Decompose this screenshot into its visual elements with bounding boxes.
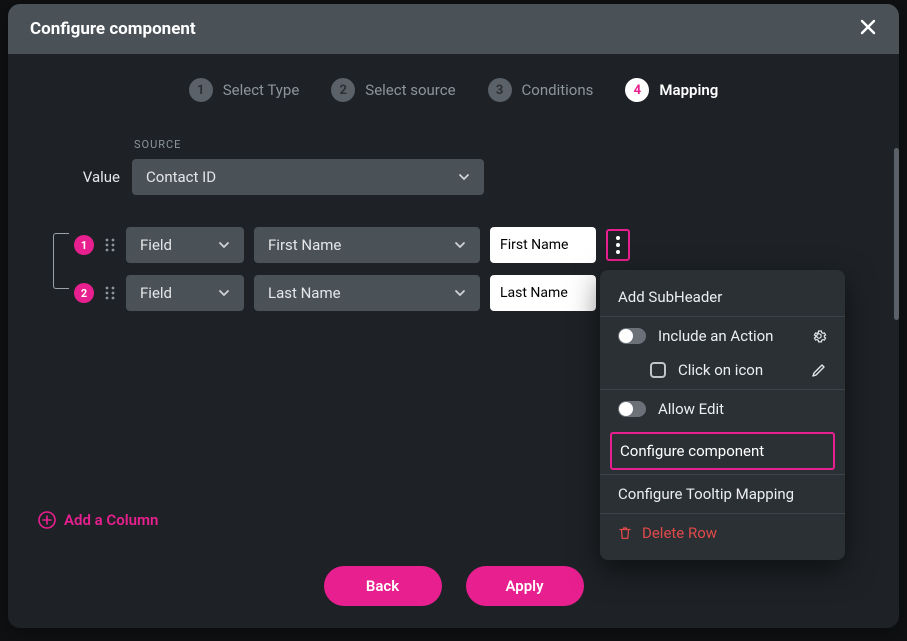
row-display-input[interactable] [490, 227, 596, 263]
row-menu-button[interactable] [606, 229, 630, 261]
trash-icon [618, 526, 632, 540]
step-label: Select Type [223, 81, 300, 99]
drag-handle-icon[interactable] [104, 285, 116, 301]
step-select-source[interactable]: 2 Select source [331, 78, 455, 102]
close-icon [859, 18, 877, 36]
value-label: Value [38, 168, 120, 186]
include-action-toggle[interactable] [618, 328, 646, 344]
row-source-select[interactable]: First Name [254, 227, 480, 263]
step-label: Conditions [522, 81, 594, 99]
row-source-select[interactable]: Last Name [254, 275, 480, 311]
menu-allow-edit[interactable]: Allow Edit [600, 389, 845, 428]
add-column-button[interactable]: Add a Column [38, 511, 158, 529]
apply-button[interactable]: Apply [466, 566, 584, 606]
scrollbar[interactable] [894, 148, 899, 320]
row-bracket [53, 233, 69, 289]
step-number: 2 [331, 78, 355, 102]
value-select[interactable]: Contact ID [132, 159, 484, 195]
row-display-input[interactable] [490, 275, 596, 311]
chevron-down-icon [218, 239, 230, 251]
step-number: 4 [625, 78, 649, 102]
drag-handle-icon[interactable] [104, 237, 116, 253]
mapping-row: 1 Field First Name [74, 227, 869, 263]
gear-icon[interactable] [811, 328, 827, 344]
allow-edit-toggle[interactable] [618, 401, 646, 417]
step-number: 1 [189, 78, 213, 102]
chevron-down-icon [454, 239, 466, 251]
step-label: Mapping [659, 81, 718, 99]
row-context-menu: Add SubHeader Include an Action Click on… [600, 270, 845, 560]
menu-delete-row[interactable]: Delete Row [600, 513, 845, 552]
row-type-select[interactable]: Field [126, 275, 244, 311]
source-heading: SOURCE [134, 138, 869, 151]
step-number: 3 [488, 78, 512, 102]
chevron-down-icon [458, 171, 470, 183]
row-badge: 1 [74, 235, 94, 255]
row-source-value: Last Name [268, 284, 341, 302]
add-column-label: Add a Column [64, 511, 158, 529]
click-on-icon-checkbox[interactable] [650, 362, 666, 378]
menu-configure-component[interactable]: Configure component [610, 432, 835, 470]
step-tabs: 1 Select Type 2 Select source 3 Conditio… [8, 78, 899, 102]
menu-click-on-icon[interactable]: Click on icon [600, 355, 845, 389]
value-selected: Contact ID [146, 168, 216, 186]
row-badge: 2 [74, 283, 94, 303]
pencil-icon[interactable] [811, 362, 827, 378]
step-select-type[interactable]: 1 Select Type [189, 78, 300, 102]
back-button[interactable]: Back [324, 566, 442, 606]
chevron-down-icon [454, 287, 466, 299]
close-button[interactable] [855, 14, 881, 44]
modal-title: Configure component [30, 19, 855, 39]
kebab-icon [616, 236, 620, 254]
row-type-value: Field [140, 284, 172, 302]
step-conditions[interactable]: 3 Conditions [488, 78, 594, 102]
row-type-value: Field [140, 236, 172, 254]
step-label: Select source [365, 81, 455, 99]
row-type-select[interactable]: Field [126, 227, 244, 263]
menu-include-action[interactable]: Include an Action [600, 316, 845, 355]
step-mapping[interactable]: 4 Mapping [625, 78, 718, 102]
chevron-down-icon [218, 287, 230, 299]
row-source-value: First Name [268, 236, 341, 254]
menu-add-subheader[interactable]: Add SubHeader [600, 278, 845, 316]
plus-circle-icon [38, 511, 56, 529]
menu-configure-tooltip[interactable]: Configure Tooltip Mapping [600, 474, 845, 513]
